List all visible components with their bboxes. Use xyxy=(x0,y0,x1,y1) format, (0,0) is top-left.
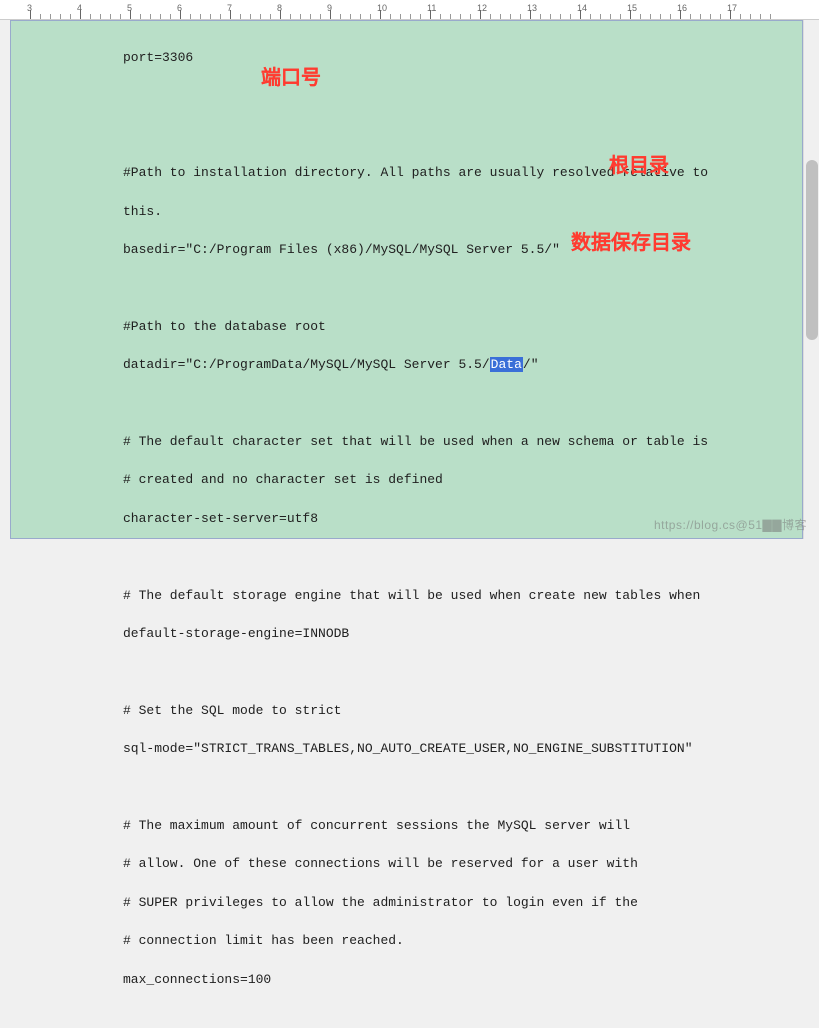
line-engine: default-storage-engine=INNODB xyxy=(123,624,782,643)
blank-line xyxy=(123,547,782,566)
ruler-tick: 3 xyxy=(27,3,32,13)
line-comment-path: #Path to installation directory. All pat… xyxy=(123,163,782,182)
ruler-tick: 15 xyxy=(627,3,637,13)
line-comment-this: this. xyxy=(123,202,782,221)
ruler-tick: 8 xyxy=(277,3,282,13)
line-comment-conn1: # The maximum amount of concurrent sessi… xyxy=(123,816,782,835)
line-comment-sqlmode: # Set the SQL mode to strict xyxy=(123,701,782,720)
line-datadir: datadir="C:/ProgramData/MySQL/MySQL Serv… xyxy=(123,355,782,374)
ruler-tick: 5 xyxy=(127,3,132,13)
ruler-tick: 12 xyxy=(477,3,487,13)
ruler-tick: 16 xyxy=(677,3,687,13)
ruler-tick: 14 xyxy=(577,3,587,13)
horizontal-ruler: 3 4 5 6 7 8 9 10 11 12 13 14 15 16 17 xyxy=(0,0,819,20)
line-basedir: basedir="C:/Program Files (x86)/MySQL/My… xyxy=(123,240,782,259)
line-sqlmode: sql-mode="STRICT_TRANS_TABLES,NO_AUTO_CR… xyxy=(123,739,782,758)
ruler-tick: 11 xyxy=(427,3,436,13)
blank-line xyxy=(123,87,782,106)
line-comment-dbroot: #Path to the database root xyxy=(123,317,782,336)
scroll-thumb[interactable] xyxy=(806,160,818,340)
ruler-tick: 7 xyxy=(227,3,232,13)
ruler-tick: 13 xyxy=(527,3,537,13)
line-port: port=3306 xyxy=(123,48,782,67)
line-comment-conn4: # connection limit has been reached. xyxy=(123,931,782,950)
blank-line xyxy=(123,663,782,682)
document-page[interactable]: port=3306 #Path to installation director… xyxy=(10,20,803,539)
blank-line xyxy=(123,125,782,144)
ruler-tick: 17 xyxy=(727,3,737,13)
ruler-tick: 4 xyxy=(77,3,82,13)
selected-text[interactable]: Data xyxy=(490,357,523,372)
line-comment-charset2: # created and no character set is define… xyxy=(123,470,782,489)
blank-line xyxy=(123,778,782,797)
line-comment-conn2: # allow. One of these connections will b… xyxy=(123,854,782,873)
line-comment-conn3: # SUPER privileges to allow the administ… xyxy=(123,893,782,912)
line-maxconn: max_connections=100 xyxy=(123,970,782,989)
ruler-tick: 10 xyxy=(377,3,387,13)
line-comment-engine: # The default storage engine that will b… xyxy=(123,586,782,605)
vertical-scrollbar[interactable] xyxy=(803,20,819,539)
ruler-tick: 6 xyxy=(177,3,182,13)
ruler-tick: 9 xyxy=(327,3,332,13)
blank-line xyxy=(123,394,782,413)
line-comment-charset1: # The default character set that will be… xyxy=(123,432,782,451)
blank-line xyxy=(123,279,782,298)
watermark: https://blog.cs@51▇▇博客 xyxy=(654,516,807,533)
